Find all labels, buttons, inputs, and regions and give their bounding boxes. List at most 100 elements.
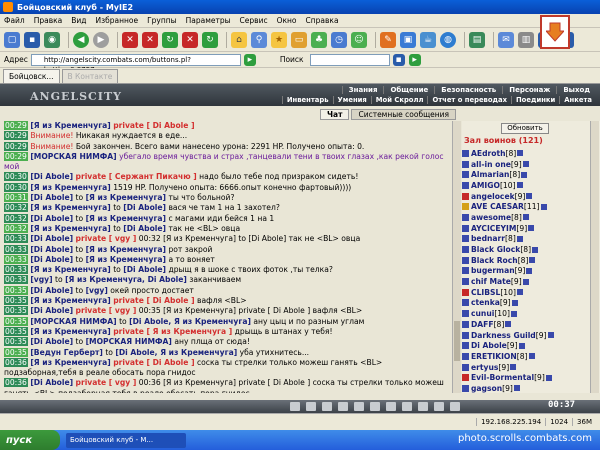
user-icon[interactable]	[462, 192, 469, 200]
user-name[interactable]: ertyus	[471, 363, 498, 372]
user-name[interactable]: cunui	[471, 309, 494, 318]
info-icon[interactable]	[522, 278, 529, 285]
user-icon[interactable]	[462, 181, 469, 189]
info-icon[interactable]	[510, 364, 517, 371]
chat-private-tag[interactable]: private [ Di Abole ]	[113, 121, 194, 130]
user-list-item[interactable]: angelocek [9]	[462, 191, 590, 202]
user-icon[interactable]	[462, 213, 469, 221]
user-name[interactable]: Darkness Guild	[471, 331, 536, 340]
menu-help[interactable]: Справка	[306, 16, 339, 25]
submenu-skills[interactable]: Умения	[332, 96, 371, 104]
user-list-item[interactable]: Black Glock [8]	[462, 244, 590, 255]
tab-combats[interactable]: Бойцовск...	[3, 69, 60, 83]
chat-private-tag[interactable]: private [ vgy ]	[76, 378, 137, 387]
tab-vkontakte[interactable]: В Контакте	[61, 69, 119, 83]
user-list-item[interactable]: Almarian [8]	[462, 169, 590, 180]
chat-nick[interactable]: [Я из Кременчуга]	[30, 121, 110, 130]
info-icon[interactable]	[522, 214, 529, 221]
user-name[interactable]: all-in one	[471, 160, 511, 169]
network-icon[interactable]: ◉	[44, 31, 60, 48]
user-name[interactable]: Di Abole	[471, 341, 507, 350]
user-name[interactable]: ctenka	[471, 298, 500, 307]
info-icon[interactable]	[518, 342, 525, 349]
chat-nick[interactable]: [Di Abole]	[30, 337, 73, 346]
user-list-item[interactable]: awesome [8]	[462, 212, 590, 223]
chat-nick[interactable]: [Я из Кременчуга]	[30, 203, 110, 212]
go-icon[interactable]: ▸	[243, 53, 256, 66]
user-list-item[interactable]: all-in one [9]	[462, 159, 590, 170]
chat-time[interactable]: 00:35	[4, 316, 28, 326]
menu-options[interactable]: Параметры	[186, 16, 231, 25]
music-icon[interactable]	[370, 402, 380, 411]
chat-time[interactable]: 00:30	[4, 172, 28, 182]
info-icon[interactable]	[526, 267, 533, 274]
book-icon[interactable]	[402, 402, 412, 411]
favorites-star-icon[interactable]: ★	[271, 31, 287, 48]
info-icon[interactable]	[516, 289, 523, 296]
info-icon[interactable]	[545, 374, 552, 381]
search-input[interactable]	[309, 53, 390, 66]
chat-time[interactable]: 00:29	[4, 151, 28, 161]
search-icon[interactable]: ⚲	[251, 31, 267, 48]
url-input[interactable]: http://angelscity.combats.com/buttons.pl…	[30, 53, 241, 74]
chat-to-target[interactable]: [Я из Кременчуга]	[86, 255, 166, 264]
user-name[interactable]: AEdroth	[471, 149, 506, 158]
chat-nick[interactable]: [Я из Кременчуга]	[30, 265, 110, 274]
chat-time[interactable]: 00:32	[4, 203, 28, 213]
chat-nick[interactable]: [Я из Кременчуга]	[30, 183, 110, 192]
user-icon[interactable]	[462, 224, 469, 232]
chat-to-target[interactable]: [Я из Кременчуга]	[86, 214, 166, 223]
info-icon[interactable]	[547, 332, 554, 339]
user-list-item[interactable]: Darkness Guild [9]	[462, 330, 590, 341]
chat-time[interactable]: 00:33	[4, 254, 28, 264]
user-list-item[interactable]: AEdroth [8]	[462, 148, 590, 159]
chat-nick[interactable]: [Di Abole]	[30, 378, 73, 387]
group-icon[interactable]: ♣	[311, 31, 327, 48]
taskbar-item[interactable]: Бойцовский клуб - M...	[66, 432, 186, 448]
chat-private-tag[interactable]: private [ Я из Кременчуга ]	[113, 327, 232, 336]
user-name[interactable]: Black Glock	[471, 245, 520, 254]
submenu-scroll[interactable]: Мой Скролл	[370, 96, 428, 104]
user-icon[interactable]	[462, 246, 469, 254]
chat-nick[interactable]: [Я из Кременчуга]	[30, 327, 110, 336]
user-name[interactable]: Evil-Bormental	[471, 373, 534, 382]
menu-character[interactable]: Персонаж	[502, 86, 556, 94]
user-list-item[interactable]: bednarr [8]	[462, 234, 590, 245]
chat-nick[interactable]: [Я из Кременчуга]	[30, 224, 110, 233]
chat-to-target[interactable]: [vgy]	[86, 286, 108, 295]
search-engine-icon[interactable]: ▸	[408, 53, 421, 66]
image-icon[interactable]: ▣	[400, 31, 416, 48]
submenu-inventory[interactable]: Инвентарь	[281, 96, 333, 104]
menu-exit[interactable]: Выход	[556, 86, 596, 94]
chat-to-target[interactable]: [Di Abole]	[123, 265, 166, 274]
save-icon[interactable]: ▪	[24, 31, 40, 48]
menu-tools[interactable]: Сервис	[240, 16, 268, 25]
refresh-button[interactable]: Обновить	[501, 123, 549, 134]
chat-time[interactable]: 00:32	[4, 223, 28, 233]
submenu-profile[interactable]: Анкета	[559, 96, 596, 104]
users-scrollbar[interactable]	[590, 121, 599, 393]
chat-to-target[interactable]: [Я из Кременчуга]	[86, 193, 166, 202]
user-name[interactable]: ERETIKION	[471, 352, 517, 361]
chat-private-tag[interactable]: private [ vgy ]	[76, 234, 137, 243]
info-icon[interactable]	[529, 257, 536, 264]
user-icon[interactable]	[462, 384, 469, 392]
user-name[interactable]: CLIBSL	[471, 288, 500, 297]
sound-icon[interactable]	[354, 402, 364, 411]
chat-to-target[interactable]: [Di Abole]	[123, 224, 166, 233]
info-icon[interactable]	[511, 299, 518, 306]
filter-icon[interactable]	[322, 402, 332, 411]
chat-time[interactable]: 00:29	[4, 131, 28, 141]
history-icon[interactable]: ◷	[331, 31, 347, 48]
user-name[interactable]: chif Mate	[471, 277, 511, 286]
info-icon[interactable]	[510, 310, 517, 317]
menu-knowledge[interactable]: Знания	[341, 86, 384, 94]
menu-security[interactable]: Безопасность	[434, 86, 502, 94]
translit-icon[interactable]	[338, 402, 348, 411]
user-icon[interactable]	[462, 331, 469, 339]
chat-time[interactable]: 00:35	[4, 296, 28, 306]
user-icon[interactable]	[462, 352, 469, 360]
chat-to-target[interactable]: [Я из Кременчуга]	[86, 245, 166, 254]
chat-nick[interactable]: [Di Abole]	[30, 234, 73, 243]
globe-icon[interactable]: ◍	[440, 31, 456, 48]
